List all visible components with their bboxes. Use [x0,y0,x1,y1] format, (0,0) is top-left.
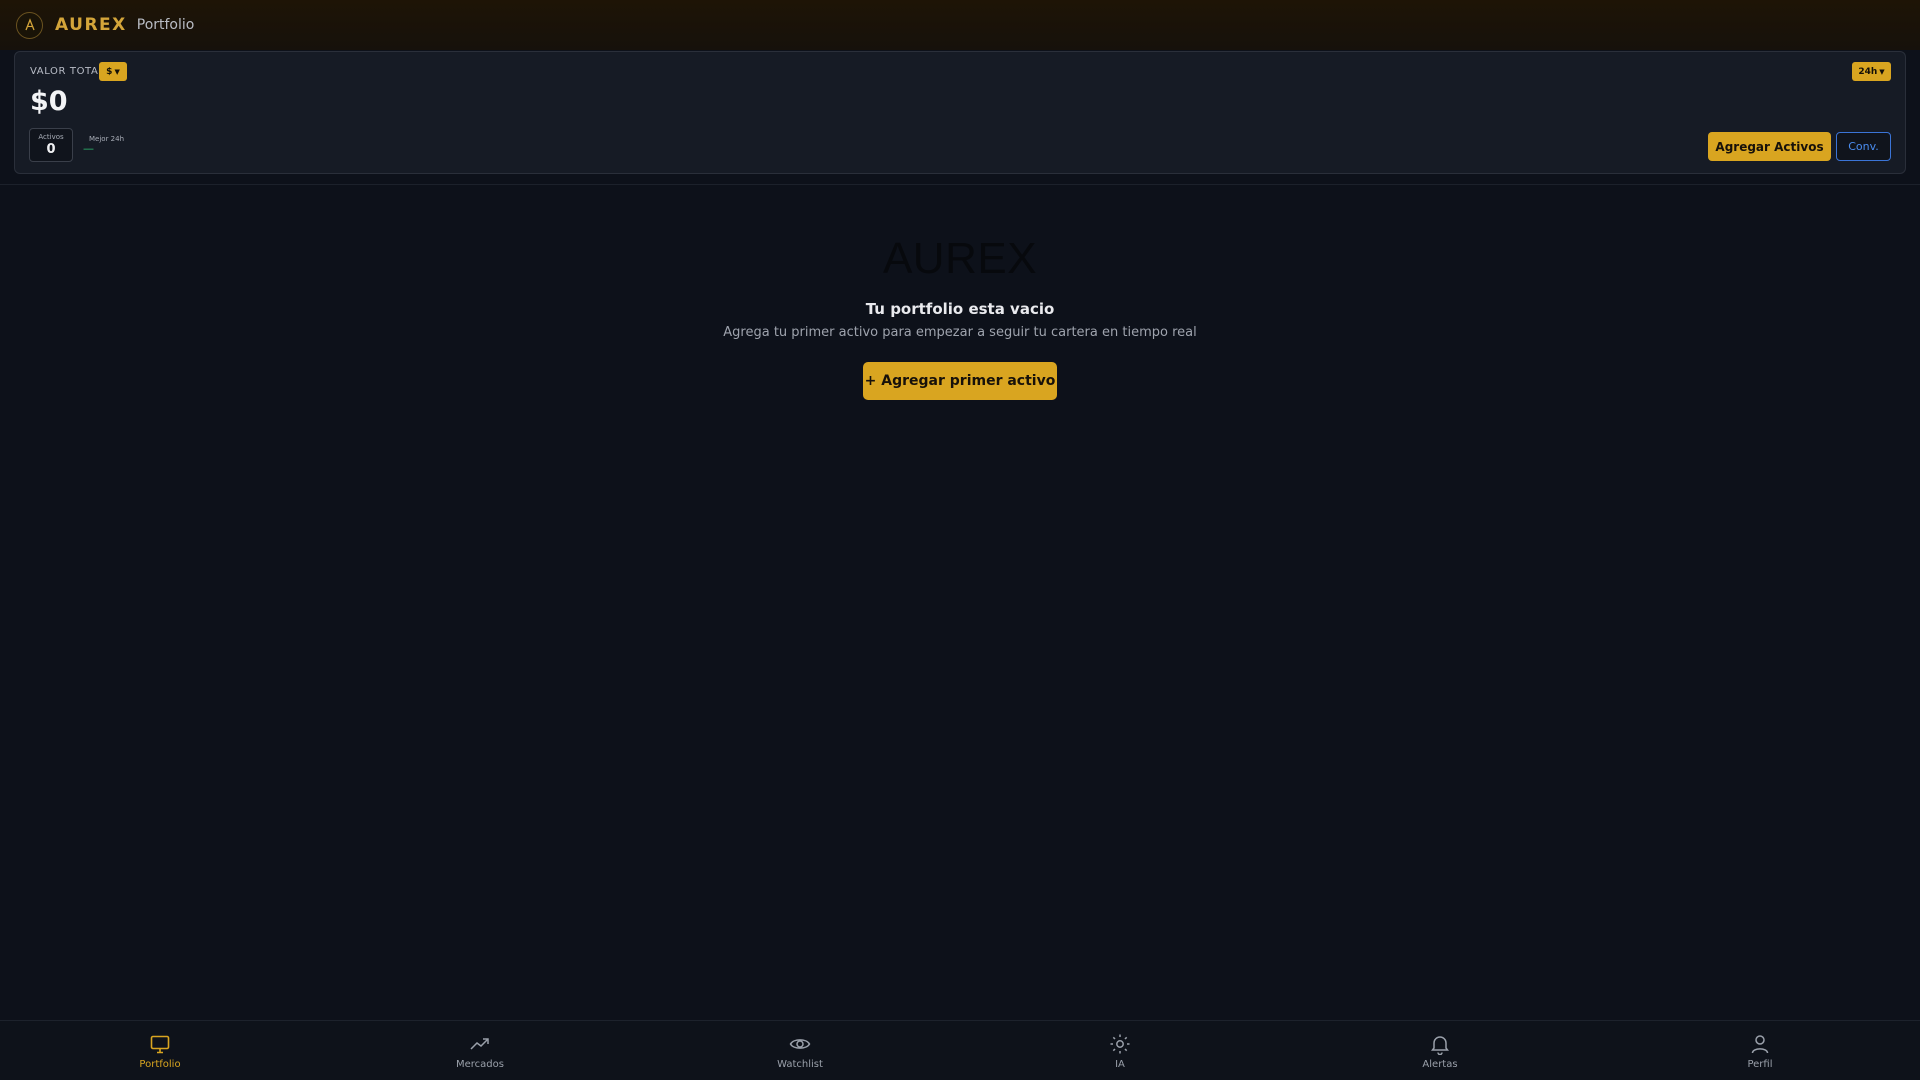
section-divider [0,184,1920,185]
best-24h-value: — [83,142,94,155]
best-24h-label: Mejor 24h [89,135,125,143]
nav-label-perfil: Perfil [1747,1059,1773,1070]
nav-label-alertas: Alertas [1422,1059,1458,1070]
nav-label-watchlist: Watchlist [777,1059,823,1070]
monitor-icon [149,1033,171,1055]
assets-label: Activos [38,133,64,141]
bell-icon [1429,1033,1451,1055]
empty-state-title: Tu portfolio esta vacio [865,300,1055,318]
currency-symbol: $ [106,66,113,77]
assets-value: 0 [46,142,56,157]
sun-icon [1109,1033,1131,1055]
total-value: $0 [30,86,68,117]
bottom-navigation: Portfolio Mercados Watchlist IA Alertas … [0,1020,1920,1080]
nav-item-watchlist[interactable]: Watchlist [640,1021,960,1080]
period-value: 24h [1858,66,1878,77]
page-title: Portfolio [136,17,195,33]
chevron-down-icon: ▼ [1879,67,1885,76]
empty-state-logo: AUREX [882,234,1038,283]
top-bar: AUREX Portfolio [0,0,1920,50]
add-first-asset-button[interactable]: + Agregar primer activo [863,362,1057,400]
nav-item-alertas[interactable]: Alertas [1280,1021,1600,1080]
nav-item-portfolio[interactable]: Portfolio [0,1021,320,1080]
empty-state-subtitle: Agrega tu primer activo para empezar a s… [723,325,1197,340]
user-icon [1749,1033,1771,1055]
portfolio-summary-card: VALOR TOTAL $ ▼ 24h ▼ $0 Activos 0 Mejor… [14,51,1906,174]
convert-button[interactable]: Conv. [1836,132,1891,161]
period-dropdown[interactable]: 24h ▼ [1852,62,1891,81]
chevron-down-icon: ▼ [114,67,120,76]
nav-label-portfolio: Portfolio [139,1059,181,1070]
nav-item-perfil[interactable]: Perfil [1600,1021,1920,1080]
nav-label-ia: IA [1115,1059,1125,1070]
nav-item-mercados[interactable]: Mercados [320,1021,640,1080]
add-assets-button[interactable]: Agregar Activos [1708,132,1831,161]
nav-item-ia[interactable]: IA [960,1021,1280,1080]
total-value-label: VALOR TOTAL [30,66,105,77]
assets-count-box: Activos 0 [29,128,73,162]
nav-label-mercados: Mercados [456,1059,504,1070]
trending-up-icon [469,1033,491,1055]
currency-dropdown[interactable]: $ ▼ [99,62,127,81]
eye-icon [789,1033,811,1055]
aurex-logo-icon[interactable] [16,11,43,39]
brand-name: AUREX [55,15,127,35]
logo-glyph-icon [24,18,35,31]
